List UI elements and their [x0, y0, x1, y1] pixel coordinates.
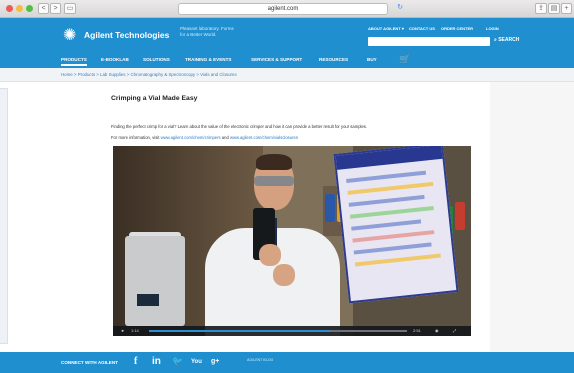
- instrument-display: [137, 294, 159, 306]
- vials-closures-link[interactable]: www.agilent.com/chem/vialsclosures: [230, 135, 298, 140]
- scientist-hair: [256, 154, 292, 170]
- breadcrumb-bar: Home > Products > Lab Supplies > Chromat…: [0, 68, 574, 82]
- info-prefix: For more information, visit: [111, 135, 160, 140]
- forward-button[interactable]: >: [50, 3, 61, 14]
- play-icon[interactable]: ►: [121, 328, 125, 333]
- brand-name[interactable]: Agilent Technologies: [84, 30, 169, 40]
- util-link-order-center[interactable]: ORDER CENTER: [441, 26, 473, 31]
- info-text: For more information, visit www.agilent.…: [111, 135, 298, 140]
- browser-toolbar: < > ▭ agilent.com ↻ ⇪ ▤ +: [0, 0, 574, 18]
- maximize-window-icon[interactable]: [26, 5, 33, 12]
- site-footer: CONNECT WITH AGILENT f in 🐦 You g+ AGILE…: [0, 352, 574, 373]
- google-plus-icon[interactable]: g+: [211, 358, 219, 365]
- util-link-contact[interactable]: CONTACT US: [409, 26, 435, 31]
- reader-button[interactable]: ▤: [548, 3, 560, 14]
- reload-icon[interactable]: ↻: [395, 3, 405, 14]
- video-progress-fill: [149, 330, 330, 332]
- poster-row: [347, 181, 434, 195]
- share-button[interactable]: ⇪: [535, 3, 547, 14]
- close-window-icon[interactable]: [6, 5, 13, 12]
- nav-ebooklab[interactable]: E-BOOKLAB: [101, 57, 129, 62]
- poster-row: [346, 170, 427, 183]
- nav-resources[interactable]: RESOURCES: [319, 57, 348, 62]
- cart-icon[interactable]: 🛒: [399, 54, 410, 65]
- poster-row: [354, 253, 441, 267]
- nav-solutions[interactable]: SOLUTIONS: [143, 57, 170, 62]
- page-title: Crimping a Vial Made Easy: [111, 95, 198, 102]
- connect-label: CONNECT WITH AGILENT: [61, 360, 118, 365]
- nav-buy[interactable]: BUY: [367, 57, 377, 62]
- back-button[interactable]: <: [38, 3, 49, 14]
- linkedin-icon[interactable]: in: [152, 356, 161, 367]
- lab-instrument: [125, 236, 185, 326]
- util-link-about[interactable]: ABOUT AGILENT ▾: [368, 26, 404, 31]
- poster-row: [349, 205, 434, 219]
- address-bar[interactable]: agilent.com: [178, 3, 388, 15]
- minimize-window-icon[interactable]: [16, 5, 23, 12]
- total-time: 2:51: [413, 328, 421, 333]
- volume-icon[interactable]: ◉: [435, 328, 439, 333]
- crimpers-link[interactable]: www.agilent.com/chem/crimpers: [161, 135, 221, 140]
- agilent-spark-logo[interactable]: ✺: [63, 28, 76, 44]
- youtube-icon[interactable]: You: [191, 359, 202, 365]
- blog-link[interactable]: AGILENT BLOG: [247, 358, 273, 363]
- sidebar-toggle-icon[interactable]: ▭: [64, 3, 76, 14]
- site-header: ✺ Agilent Technologies Pleasant laborato…: [0, 18, 574, 68]
- safety-goggles: [254, 176, 294, 186]
- right-page-margin: [490, 82, 574, 352]
- nav-training-events[interactable]: TRAINING & EVENTS: [185, 57, 231, 62]
- hand-right: [273, 264, 295, 286]
- hand-left: [259, 244, 281, 266]
- twitter-icon[interactable]: 🐦: [172, 356, 183, 367]
- search-icon: ⌕: [494, 37, 497, 43]
- facebook-icon[interactable]: f: [134, 356, 137, 367]
- nav-services-support[interactable]: SERVICES & SUPPORT: [251, 57, 302, 62]
- nav-products[interactable]: PRODUCTS: [61, 57, 87, 66]
- url-text: agilent.com: [267, 6, 299, 12]
- new-tab-button[interactable]: +: [561, 3, 572, 14]
- vial-poster: [333, 146, 459, 304]
- current-time: 1:14: [131, 328, 139, 333]
- header-tagline: Pleasant laboratory. Forms for a Better …: [180, 26, 234, 37]
- info-and: and: [221, 135, 229, 140]
- poster-row: [351, 219, 422, 231]
- fullscreen-icon[interactable]: ⤢: [453, 328, 456, 333]
- video-player[interactable]: ► 1:14 2:51 ◉ ⤢: [113, 146, 471, 336]
- left-side-panel: [0, 88, 8, 344]
- search-button[interactable]: ⌕ SEARCH: [494, 37, 519, 43]
- breadcrumb[interactable]: Home > Products > Lab Supplies > Chromat…: [61, 72, 237, 77]
- bottle-blue: [325, 194, 335, 222]
- search-button-label: SEARCH: [498, 37, 520, 43]
- intro-text: Finding the perfect crimp for a vial? Le…: [111, 124, 368, 129]
- poster-row: [348, 194, 425, 207]
- search-input[interactable]: [368, 37, 490, 46]
- bottle-red: [455, 202, 465, 230]
- video-progress-bar[interactable]: [149, 330, 407, 332]
- main-navigation: PRODUCTS E-BOOKLAB SOLUTIONS TRAINING & …: [0, 52, 574, 68]
- util-link-login[interactable]: LOGIN: [486, 26, 499, 31]
- poster-row: [353, 242, 432, 255]
- video-controls: ► 1:14 2:51 ◉ ⤢: [113, 326, 471, 336]
- poster-row: [352, 230, 435, 243]
